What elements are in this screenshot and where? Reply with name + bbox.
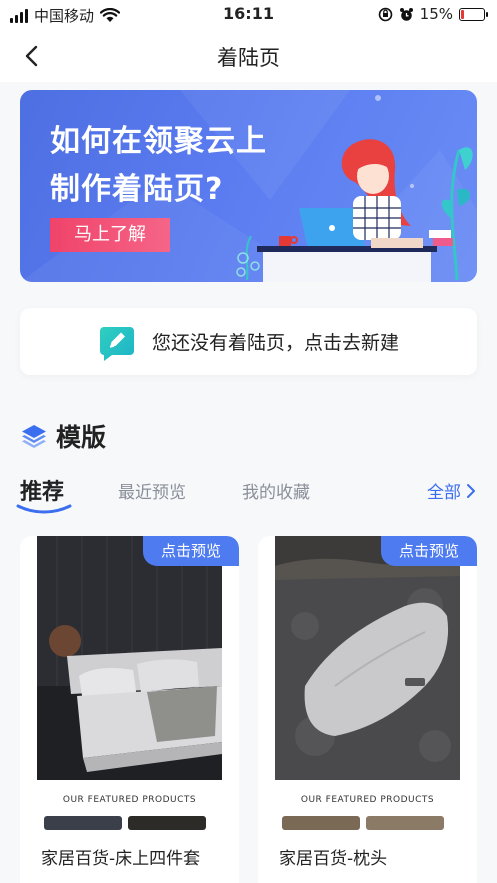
status-bar: 中国移动 16:11 15% (0, 0, 497, 30)
featured-products-caption: OUR FEATURED PRODUCTS (62, 795, 197, 805)
tutorial-banner[interactable]: 如何在领聚云上 制作着陆页? 马上了解 (20, 90, 477, 282)
woman-at-laptop-illustration (236, 139, 473, 282)
landing-page-screen: 中国移动 16:11 15% 着陆页 如何在领聚云上 制作着陆页? 马上了解 您… (0, 0, 497, 883)
template-name: 家居百货-床上四件套 (41, 849, 201, 869)
product-thumbnails (44, 816, 206, 830)
product-thumbnails (282, 816, 444, 830)
empty-state-text: 您还没有着陆页，点击去新建 (151, 332, 399, 354)
page-title: 着陆页 (217, 46, 280, 70)
active-tab-indicator (16, 504, 72, 514)
view-all-label: 全部 (427, 483, 461, 503)
templates-title: 模版 (56, 423, 107, 452)
tab-recent[interactable]: 最近预览 (118, 478, 186, 503)
chevron-right-icon (467, 483, 475, 498)
battery-percent: 15% (419, 5, 453, 23)
view-all-link[interactable]: 全部 (427, 478, 477, 503)
status-right: 15% (378, 5, 488, 23)
battery-level (461, 9, 464, 19)
edit-icon (99, 326, 134, 361)
featured-products-caption: OUR FEATURED PRODUCTS (300, 795, 435, 805)
preview-button[interactable]: 点击预览 (143, 536, 239, 566)
template-name: 家居百货-枕头 (279, 849, 388, 869)
template-tabs: 推荐 最近预览 我的收藏 全部 (16, 478, 477, 514)
create-landing-page-card[interactable]: 您还没有着陆页，点击去新建 (20, 308, 477, 375)
learn-more-button[interactable]: 马上了解 (50, 218, 170, 252)
alarm-icon (399, 7, 413, 21)
templates-section-header: 模版 (20, 418, 106, 454)
preview-button[interactable]: 点击预览 (381, 536, 477, 566)
nav-bar: 着陆页 (0, 30, 497, 82)
layers-icon (22, 425, 46, 448)
battery-icon (459, 7, 488, 21)
tab-favorites[interactable]: 我的收藏 (242, 478, 310, 503)
tab-recommended[interactable]: 推荐 (16, 474, 72, 514)
template-card[interactable]: 点击预览 OUR FEATURED PRODUCTS 家居百货-床上四件套 (20, 536, 239, 883)
pillow-thumbnail (275, 536, 460, 780)
template-card[interactable]: 点击预览 OUR FEATURED PRODUCTS 家居百货-枕头 (258, 536, 477, 883)
orientation-lock-icon (378, 7, 392, 21)
bedding-thumbnail (37, 536, 222, 780)
